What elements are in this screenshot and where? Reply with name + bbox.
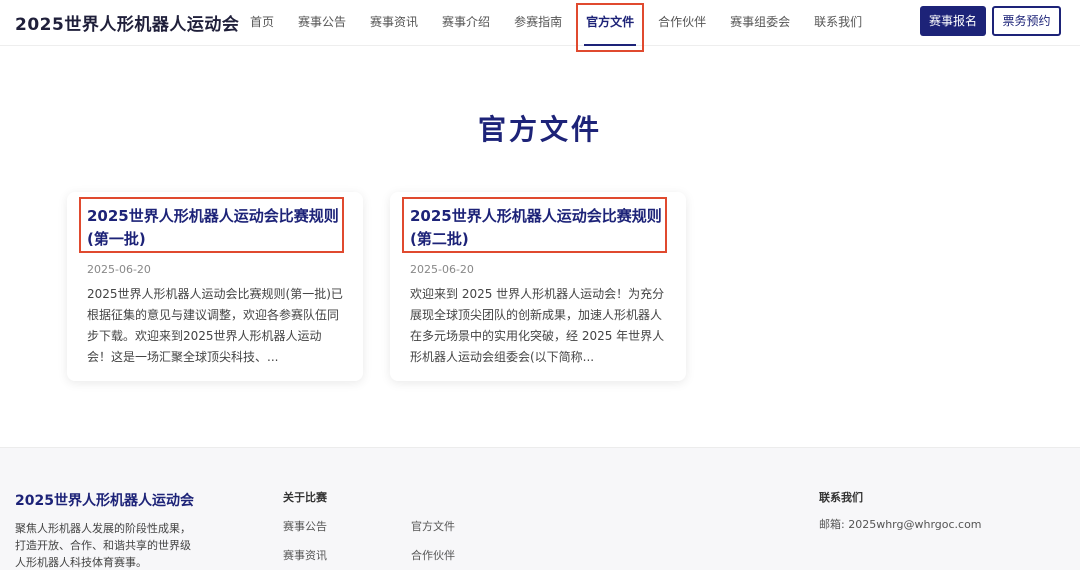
footer-link-official-documents[interactable]: 官方文件 <box>411 518 455 534</box>
register-button[interactable]: 赛事报名 <box>920 6 986 36</box>
nav-home[interactable]: 首页 <box>238 0 286 46</box>
main-nav: 首页 赛事公告 赛事资讯 赛事介绍 参赛指南 官方文件 合作伙伴 赛事组委会 联… <box>238 0 874 52</box>
highlight-box <box>576 3 645 52</box>
document-card-excerpt: 欢迎来到 2025 世界人形机器人运动会！为充分展现全球顶尖团队的创新成果，加速… <box>410 287 665 364</box>
document-card-excerpt: 2025世界人形机器人运动会比赛规则(第一批)已根据征集的意见与建议调整，欢迎各… <box>87 287 343 364</box>
nav-about-event[interactable]: 赛事介绍 <box>430 0 502 46</box>
footer-about-title: 关于比赛 <box>283 491 327 504</box>
document-card[interactable]: 2025世界人形机器人运动会比赛规则(第一批) 2025-06-20 2025世… <box>67 192 363 381</box>
nav-committee[interactable]: 赛事组委会 <box>718 0 802 46</box>
nav-guide[interactable]: 参赛指南 <box>502 0 574 46</box>
nav-announcements[interactable]: 赛事公告 <box>286 0 358 46</box>
site-logo[interactable]: 2025世界人形机器人运动会 <box>15 10 239 35</box>
ticket-booking-button[interactable]: 票务预约 <box>992 6 1061 36</box>
footer-link-news[interactable]: 赛事资讯 <box>283 547 327 563</box>
document-card[interactable]: 2025世界人形机器人运动会比赛规则(第二批) 2025-06-20 欢迎来到 … <box>390 192 686 381</box>
footer-brand: 2025世界人形机器人运动会 <box>15 493 194 509</box>
page-title: 官方文件 <box>477 113 602 146</box>
nav-contact[interactable]: 联系我们 <box>802 0 874 46</box>
nav-official-documents[interactable]: 官方文件 <box>574 0 646 52</box>
document-card-date: 2025-06-20 <box>410 263 474 276</box>
footer-description: 聚焦人形机器人发展的阶段性成果，打造开放、合作、和谐共享的世界级人形机器人科技体… <box>15 522 191 569</box>
site-header: 2025世界人形机器人运动会 首页 赛事公告 赛事资讯 赛事介绍 参赛指南 官方… <box>0 0 1080 52</box>
nav-news[interactable]: 赛事资讯 <box>358 0 430 46</box>
footer-link-partners[interactable]: 合作伙伴 <box>411 547 455 563</box>
footer-link-announcements[interactable]: 赛事公告 <box>283 518 327 534</box>
footer-contact-title: 联系我们 <box>819 491 863 504</box>
document-card-date: 2025-06-20 <box>87 263 151 276</box>
document-card-title[interactable]: 2025世界人形机器人运动会比赛规则(第二批) <box>410 205 670 251</box>
document-card-title[interactable]: 2025世界人形机器人运动会比赛规则(第一批) <box>87 205 347 251</box>
footer-email[interactable]: 邮箱: 2025whrg@whrgoc.com <box>819 516 982 532</box>
nav-partners[interactable]: 合作伙伴 <box>646 0 718 46</box>
site-footer: 2025世界人形机器人运动会 聚焦人形机器人发展的阶段性成果，打造开放、合作、和… <box>0 447 1080 570</box>
